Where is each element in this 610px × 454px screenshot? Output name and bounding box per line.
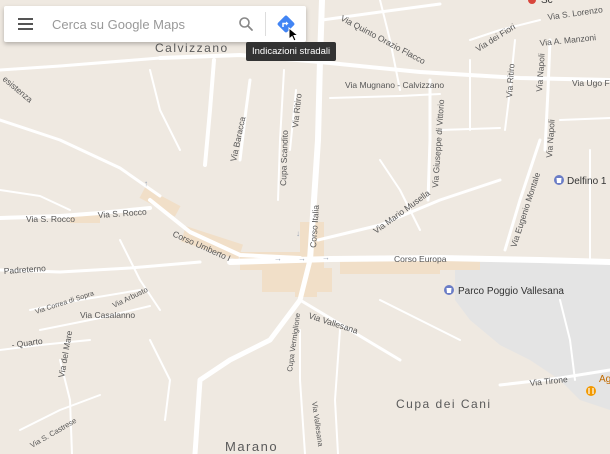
street-label-casalanno: Via Casalanno xyxy=(80,310,135,320)
svg-text:→: → xyxy=(298,254,306,263)
search-icon xyxy=(239,17,253,31)
restaurant-pin-icon xyxy=(586,386,596,396)
search-button[interactable] xyxy=(227,6,265,42)
place-label-calvizzano: Calvizzano xyxy=(155,41,229,55)
place-label-cupa-dei-cani: Cupa dei Cani xyxy=(396,397,492,411)
svg-text:→: → xyxy=(322,253,330,262)
street-label-cupa-scandito: Cupa Scandito xyxy=(278,130,290,186)
directions-tooltip: Indicazioni stradali xyxy=(246,42,337,61)
hamburger-menu-icon xyxy=(17,18,33,30)
poi-label-top-right: Sc xyxy=(541,0,553,6)
poi-parco[interactable]: Parco Poggio Vallesana xyxy=(444,285,564,297)
street-label-corso-europa: Corso Europa xyxy=(394,254,447,264)
svg-text:↓: ↓ xyxy=(296,229,300,238)
svg-text:↑: ↑ xyxy=(144,179,148,188)
map-canvas[interactable]: → → → ↑ ↓ Calvizzano Marano Cupa dei Can… xyxy=(0,0,610,454)
poi-label-parco: Parco Poggio Vallesana xyxy=(458,286,564,297)
street-label-ugo-fo: Via Ugo Fo xyxy=(572,78,610,88)
place-label-marano: Marano xyxy=(225,439,278,454)
svg-text:→: → xyxy=(274,254,282,263)
search-box xyxy=(4,6,306,42)
street-label-s-rocco-1: Via S. Rocco xyxy=(26,214,75,224)
directions-button[interactable] xyxy=(266,6,306,42)
search-input[interactable] xyxy=(46,7,227,41)
menu-button[interactable] xyxy=(4,6,46,42)
poi-label-agritu: Agritu xyxy=(599,374,610,385)
poi-label-delfino: Delfino 1 xyxy=(567,176,607,187)
street-label-mugnano-calvizzano: Via Mugnano - Calvizzano xyxy=(345,80,444,90)
mouse-cursor-icon xyxy=(288,27,300,42)
